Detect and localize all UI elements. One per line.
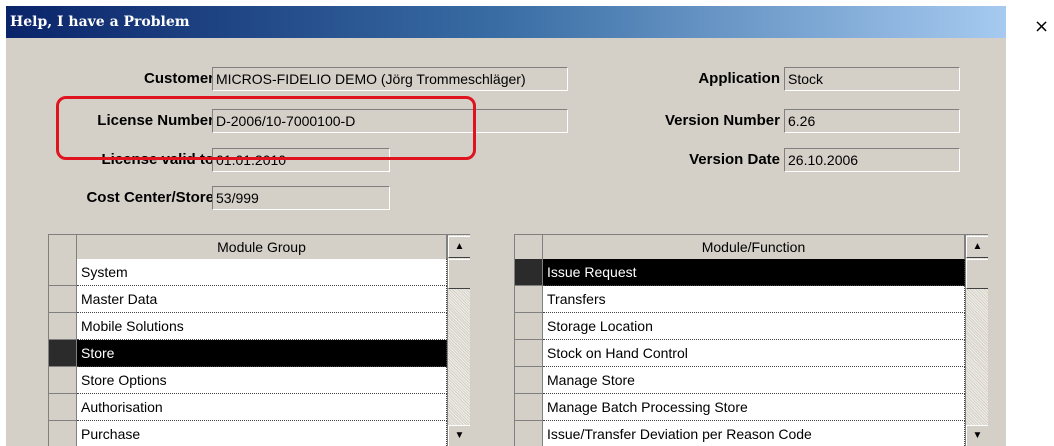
row-cell[interactable]: Authorisation xyxy=(77,394,447,421)
table-row[interactable]: Purchase xyxy=(49,421,470,446)
row-cell[interactable]: Stock on Hand Control xyxy=(543,340,965,367)
row-cell[interactable]: Purchase xyxy=(77,421,447,446)
version-number-label: Version Number xyxy=(664,112,780,129)
window-title: Help, I have a Problem xyxy=(10,14,190,30)
table-row[interactable]: Store xyxy=(49,340,470,367)
version-date-label: Version Date xyxy=(689,151,780,168)
module-function-scrollbar[interactable]: ▲ ▼ xyxy=(965,235,988,446)
scroll-down-icon[interactable]: ▼ xyxy=(966,425,988,446)
row-selector[interactable] xyxy=(49,340,77,367)
row-selector[interactable] xyxy=(515,340,543,367)
row-cell[interactable]: System xyxy=(77,259,447,286)
table-row[interactable]: System xyxy=(49,259,470,286)
row-selector[interactable] xyxy=(49,421,77,446)
table-row[interactable]: Store Options xyxy=(49,367,470,394)
row-selector[interactable] xyxy=(515,313,543,340)
row-cell[interactable]: Store xyxy=(77,340,447,367)
module-group-column-header[interactable]: Module Group xyxy=(77,235,447,259)
version-date-field[interactable]: 26.10.2006 xyxy=(784,148,960,172)
table-row[interactable]: Issue Request xyxy=(515,259,988,286)
row-selector[interactable] xyxy=(515,367,543,394)
table-row[interactable]: Storage Location xyxy=(515,313,988,340)
row-cell[interactable]: Manage Batch Processing Store xyxy=(543,394,965,421)
row-selector[interactable] xyxy=(49,313,77,340)
row-cell[interactable]: Issue Request xyxy=(543,259,965,286)
row-selector[interactable] xyxy=(49,394,77,421)
title-bar: Help, I have a Problem xyxy=(6,6,1006,38)
module-function-header-row: Module/Function xyxy=(515,235,988,260)
row-selector[interactable] xyxy=(49,367,77,394)
table-row[interactable]: Master Data xyxy=(49,286,470,313)
scroll-thumb[interactable] xyxy=(448,259,470,289)
scroll-up-icon[interactable]: ▲ xyxy=(448,236,470,258)
row-cell[interactable]: Manage Store xyxy=(543,367,965,394)
annotation-highlight xyxy=(56,96,476,160)
scroll-up-icon[interactable]: ▲ xyxy=(966,236,988,258)
row-selector[interactable] xyxy=(515,286,543,313)
application-field[interactable]: Stock xyxy=(784,67,960,91)
close-icon[interactable]: × xyxy=(1034,16,1049,37)
row-selector[interactable] xyxy=(515,421,543,446)
module-group-scrollbar[interactable]: ▲ ▼ xyxy=(447,235,470,446)
module-function-grid: Module/Function Issue Request Transfers St… xyxy=(514,234,988,446)
module-group-header-row: Module Group xyxy=(49,235,470,260)
table-row[interactable]: Transfers xyxy=(515,286,988,313)
row-cell[interactable]: Issue/Transfer Deviation per Reason Code xyxy=(543,421,965,446)
table-row[interactable]: Manage Store xyxy=(515,367,988,394)
module-function-column-header[interactable]: Module/Function xyxy=(543,235,965,259)
cost-center-label: Cost Center/Store xyxy=(86,189,214,206)
scroll-thumb[interactable] xyxy=(966,259,988,289)
row-cell[interactable]: Mobile Solutions xyxy=(77,313,447,340)
row-selector[interactable] xyxy=(49,259,77,286)
row-selector-header xyxy=(515,235,543,259)
row-selector[interactable] xyxy=(515,259,543,286)
table-row[interactable]: Mobile Solutions xyxy=(49,313,470,340)
row-cell[interactable]: Master Data xyxy=(77,286,447,313)
row-selector-header xyxy=(49,235,77,259)
customer-label: Customer xyxy=(143,70,214,87)
row-cell[interactable]: Store Options xyxy=(77,367,447,394)
customer-field[interactable]: MICROS-FIDELIO DEMO (Jörg Trommeschläger… xyxy=(212,67,568,91)
table-row[interactable]: Issue/Transfer Deviation per Reason Code xyxy=(515,421,988,446)
module-group-grid: Module Group System Master Data Mobile Sol… xyxy=(48,234,470,446)
table-row[interactable]: Stock on Hand Control xyxy=(515,340,988,367)
row-selector[interactable] xyxy=(515,394,543,421)
scroll-down-icon[interactable]: ▼ xyxy=(448,425,470,446)
version-number-field[interactable]: 6.26 xyxy=(784,109,960,133)
cost-center-field[interactable]: 53/999 xyxy=(212,186,390,210)
table-row[interactable]: Authorisation xyxy=(49,394,470,421)
row-selector[interactable] xyxy=(49,286,77,313)
row-cell[interactable]: Transfers xyxy=(543,286,965,313)
table-row[interactable]: Manage Batch Processing Store xyxy=(515,394,988,421)
application-label: Application xyxy=(698,70,780,87)
row-cell[interactable]: Storage Location xyxy=(543,313,965,340)
help-dialog: Help, I have a Problem Customer MICROS-F… xyxy=(6,6,1006,446)
